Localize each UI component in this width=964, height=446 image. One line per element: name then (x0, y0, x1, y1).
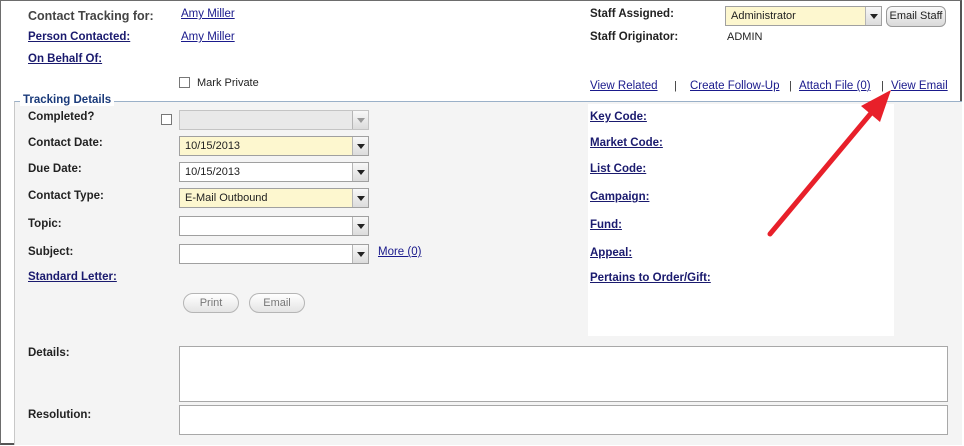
annotation-arrow-icon (767, 90, 891, 237)
